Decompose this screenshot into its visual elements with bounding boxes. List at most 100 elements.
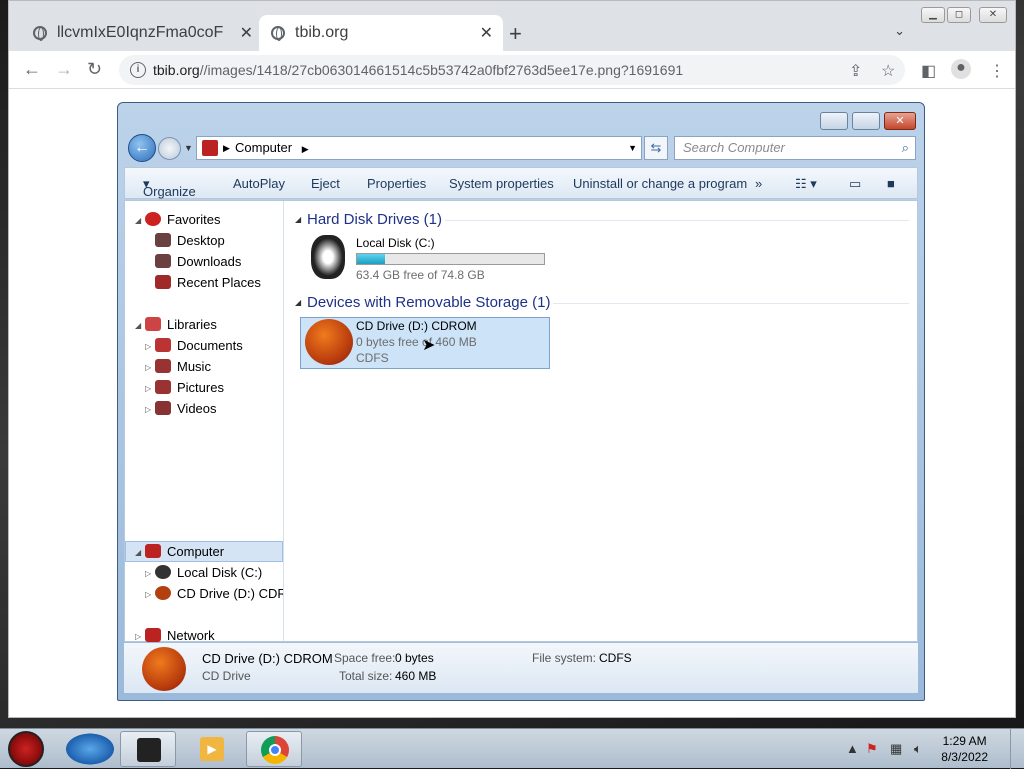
desktop-icon (155, 233, 171, 247)
start-button[interactable] (8, 731, 44, 767)
details-space-free-label: Space free: (334, 651, 396, 665)
site-info-icon[interactable]: i (130, 62, 146, 78)
group-header-hdd[interactable]: Hard Disk Drives (1) (307, 211, 442, 228)
minimize-button[interactable]: ▁ (921, 7, 945, 23)
videos-icon (155, 401, 171, 415)
new-tab-button[interactable]: + (509, 21, 522, 47)
search-placeholder: Search Computer (683, 140, 785, 155)
sidebar-item-desktop[interactable]: Desktop (155, 230, 225, 251)
details-name: CD Drive (D:) CDROM (202, 651, 333, 666)
system-properties-button[interactable]: System properties (449, 176, 554, 191)
sidebar-item-downloads[interactable]: Downloads (155, 251, 241, 272)
sidebar-item-videos[interactable]: Videos (155, 398, 217, 419)
sidebar-item-favorites[interactable]: Favorites (145, 209, 220, 230)
close-tab-icon[interactable]: ✕ (480, 23, 493, 43)
explorer-minimize-button[interactable] (820, 112, 848, 130)
details-fs-label: File system: (532, 651, 597, 665)
details-type: CD Drive (202, 669, 251, 683)
forward-icon[interactable]: → (55, 59, 73, 80)
recent-pages-icon[interactable]: ▼ (184, 143, 193, 153)
back-icon[interactable]: ← (23, 59, 41, 80)
action-center-icon[interactable]: ⚑ (866, 741, 878, 757)
pictures-icon (155, 380, 171, 394)
search-icon[interactable]: ⌕ (902, 137, 909, 159)
network-icon (145, 628, 161, 642)
taskbar: ▶ ▲ ⚑ ▦ 🔈︎ 1:29 AM 8/3/2022 (0, 728, 1024, 769)
media-player-icon[interactable]: ▶ (184, 731, 240, 767)
sidebar-item-pictures[interactable]: Pictures (155, 377, 224, 398)
tab-inactive[interactable]: llcvmIxE0IqnzFma0coF ✕ (23, 15, 263, 51)
clock[interactable]: 1:29 AM 8/3/2022 (941, 733, 988, 765)
details-fs: CDFS (599, 651, 632, 665)
sidebar-item-recent-places[interactable]: Recent Places (155, 272, 261, 293)
close-window-button[interactable]: ✕ (979, 7, 1007, 23)
explorer-close-button[interactable]: ✕ (884, 112, 916, 130)
volume-icon[interactable]: 🔈︎ (914, 741, 922, 757)
address-bar[interactable]: i tbib.org//images/1418/27cb063014661514… (119, 55, 905, 85)
sidebar-item-documents[interactable]: Documents (155, 335, 243, 356)
sidebar-item-libraries[interactable]: Libraries (145, 314, 217, 335)
properties-button[interactable]: Properties (367, 176, 426, 191)
command-bar: Organize ▾ AutoPlay Eject Properties Sys… (124, 167, 918, 199)
breadcrumb-computer[interactable]: Computer (235, 140, 292, 155)
sidebar-item-music[interactable]: Music (155, 356, 211, 377)
explorer-maximize-button[interactable] (852, 112, 880, 130)
uninstall-program-button[interactable]: Uninstall or change a program (573, 176, 747, 191)
search-input[interactable]: Search Computer ⌕ (674, 136, 916, 160)
show-hidden-icons-icon[interactable]: ▲ (846, 741, 859, 756)
tab-active[interactable]: tbib.org ✕ (259, 15, 503, 51)
explorer-taskbar-button[interactable] (120, 731, 176, 767)
tab-search-icon[interactable]: ⌄ (894, 23, 905, 39)
eject-button[interactable]: Eject (311, 176, 340, 191)
pumpkin-icon (305, 319, 353, 365)
details-space-free: 0 bytes (395, 651, 434, 665)
show-desktop-button[interactable] (1010, 729, 1024, 769)
cd-drive-name[interactable]: CD Drive (D:) CDROM (356, 319, 477, 333)
internet-explorer-icon[interactable] (62, 731, 118, 767)
downloads-icon (155, 254, 171, 268)
usage-bar-fill (357, 254, 386, 264)
chrome-taskbar-button[interactable] (246, 731, 302, 767)
help-icon[interactable]: ■ (887, 176, 895, 191)
music-icon (155, 359, 171, 373)
explorer-forward-button[interactable] (158, 137, 181, 160)
reload-icon[interactable]: ↻ (87, 59, 102, 80)
maximize-button[interactable]: ◻ (947, 7, 971, 23)
details-pane: CD Drive (D:) CDROM CD Drive Space free:… (124, 643, 918, 693)
local-disk-name[interactable]: Local Disk (C:) (356, 236, 435, 250)
url-domain: tbib.org (153, 62, 200, 78)
details-total-size-label: Total size: (339, 669, 393, 683)
pumpkin-icon (142, 647, 186, 691)
group-header-removable[interactable]: Devices with Removable Storage (1) (307, 294, 550, 311)
explorer-back-button[interactable]: ← (128, 134, 156, 162)
globe-icon (271, 26, 285, 41)
change-view-icon[interactable]: ☷ ▾ (795, 176, 817, 192)
refresh-icon[interactable]: ⇆ (644, 136, 668, 160)
menu-icon[interactable]: ⋮ (989, 61, 1005, 81)
more-commands-button[interactable]: » (755, 176, 762, 191)
side-panel-icon[interactable]: ◧ (921, 61, 936, 81)
computer-icon (145, 544, 161, 558)
organize-button[interactable]: Organize ▾ (143, 176, 196, 199)
details-total-size: 460 MB (395, 669, 437, 683)
cd-drive-fs: CDFS (356, 351, 389, 365)
share-icon[interactable]: ⇪ (849, 61, 862, 81)
close-tab-icon[interactable]: ✕ (240, 23, 253, 43)
bookmark-star-icon[interactable]: ☆ (881, 61, 895, 81)
address-dropdown-icon[interactable]: ▼ (628, 137, 637, 159)
computer-icon (202, 140, 218, 156)
documents-icon (155, 338, 171, 352)
navigation-pane: ◢ Favorites Desktop Downloads Recent Pla… (125, 201, 284, 643)
breadcrumb[interactable]: ▶ Computer ▶ ▼ (196, 136, 642, 160)
network-tray-icon[interactable]: ▦ (890, 741, 902, 757)
cd-drive-free-text: 0 bytes free of 460 MB (356, 335, 477, 349)
tab-title: tbib.org (295, 24, 349, 41)
sidebar-item-computer[interactable]: Computer (145, 541, 224, 562)
sidebar-item-cd-drive[interactable]: CD Drive (D:) CDROM (155, 583, 283, 604)
profile-avatar-icon[interactable]: ● (951, 59, 971, 79)
libraries-icon (145, 317, 161, 331)
sidebar-item-local-disk[interactable]: Local Disk (C:) (155, 562, 283, 583)
preview-pane-icon[interactable]: ▭ (849, 176, 861, 192)
browser-window: llcvmIxE0IqnzFma0coF ✕ tbib.org ✕ + ⌄ ▁ … (8, 0, 1016, 718)
autoplay-button[interactable]: AutoPlay (233, 176, 285, 191)
